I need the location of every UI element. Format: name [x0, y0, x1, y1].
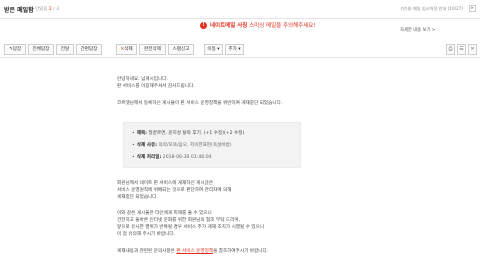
- delete-permanent-button[interactable]: 완전삭제: [139, 44, 166, 55]
- info-title-label: 제목:: [136, 131, 148, 136]
- more-label: 추가: [228, 47, 237, 52]
- notice-strong: 네이트메일 사칭: [210, 23, 248, 29]
- smishing-notice: ! 네이트메일 사칭 스미싱 메일을 주의해주세요!: [200, 21, 316, 29]
- intro-line: 코르엣님께서 등록하신 게시물이 판 서비스 운영정책을 위반하여 게재중단 되…: [117, 101, 283, 106]
- deletion-info-box: • 제목: 말끝르면, 윤지성 탈락 후기. (+1 수정)(+2 수정) • 삭제…: [123, 122, 301, 168]
- delete-button[interactable]: ✕삭제: [116, 44, 137, 55]
- bullet-icon: •: [132, 155, 135, 160]
- mailbox-header: 받은 메일함 안읽음 2 / 3 (안내) 메일 임시저장 안내 (10/27)…: [0, 0, 480, 19]
- chevron-right-icon[interactable]: ▸: [469, 5, 476, 12]
- spam-report-button[interactable]: 스팸신고: [168, 44, 194, 55]
- notice-detail-link[interactable]: 자세한 내용 보기 >: [400, 27, 435, 33]
- warning-icon: !: [200, 22, 207, 29]
- chevron-down-icon: ▾: [238, 47, 241, 52]
- footer-pre: 게재내용과 관련된 문의사항은: [117, 249, 177, 254]
- mailbox-title: 받은 메일함: [4, 7, 34, 14]
- reply-all-button[interactable]: 전체답장: [28, 44, 54, 55]
- info-date-label: 삭제 처리일:: [136, 155, 162, 160]
- info-reason-value: 욕막/모욕/음오, 저속한표현(욕설비방): [158, 143, 232, 148]
- reply-label: 답장: [12, 47, 22, 52]
- info-reason-row: • 삭제 사유: 욕막/모욕/음오, 저속한표현(욕설비방): [132, 142, 232, 149]
- delete-label: 삭제: [124, 47, 133, 52]
- notice-text: 스미싱 메일을 주의해주세요!: [247, 23, 316, 29]
- move-label: 이동: [207, 47, 216, 52]
- more-dropdown[interactable]: 추가 ▾: [225, 44, 244, 55]
- para2-line: 이 점 유의해 주시기 바랍니다.: [117, 232, 176, 237]
- policy-link[interactable]: 판 서비스 운영정책: [176, 249, 213, 254]
- mail-toolbar: ↰답장 전체답장 전달 간편답장 ✕삭제 완전삭제 스팸신고 이동 ▾ 추가 ▾…: [0, 40, 480, 58]
- para1-line: 게재중단 되었습니다.: [117, 195, 158, 200]
- move-dropdown[interactable]: 이동 ▾: [204, 44, 223, 55]
- thanks-line: 판 서비스를 이용해주셔서 감사드립니다.: [117, 84, 195, 89]
- bullet-icon: •: [132, 131, 135, 136]
- list-icon[interactable]: ☰: [457, 44, 466, 55]
- quick-reply-button[interactable]: 간편답장: [76, 44, 102, 55]
- forward-button[interactable]: 전달: [56, 44, 74, 55]
- total-count: / 3: [51, 7, 59, 12]
- unread-label: 안읽음: [35, 7, 48, 12]
- info-title-row: • 제목: 말끝르면, 윤지성 탈락 후기. (+1 수정)(+2 수정): [132, 130, 244, 137]
- close-icon[interactable]: ✕: [468, 44, 477, 55]
- info-reason-label: 삭제 사유:: [136, 143, 158, 148]
- info-date-value: 2018-06-30 01:46:04: [162, 155, 212, 160]
- footer-line: 게재내용과 관련된 문의사항은 판 서비스 운영정책을 참조하여주시기 바랍니다…: [117, 248, 268, 255]
- chevron-down-icon: ▾: [217, 47, 220, 52]
- info-date-row: • 삭제 처리일: 2018-06-30 01:46:04: [132, 154, 212, 161]
- info-title-value: 말끝르면, 윤지성 탈락 후기. (+1 수정)(+2 수정): [148, 131, 245, 136]
- print-icon[interactable]: ⎙: [446, 44, 455, 55]
- footer-post: 을 참조하여주시기 바랍니다.: [213, 249, 269, 254]
- reply-button[interactable]: ↰답장: [4, 44, 26, 55]
- bullet-icon: •: [132, 143, 135, 148]
- notice-banner-link[interactable]: (안내) 메일 임시저장 안내 (10/27): [401, 6, 463, 12]
- unread-counter: 안읽음 2 / 3: [35, 6, 59, 12]
